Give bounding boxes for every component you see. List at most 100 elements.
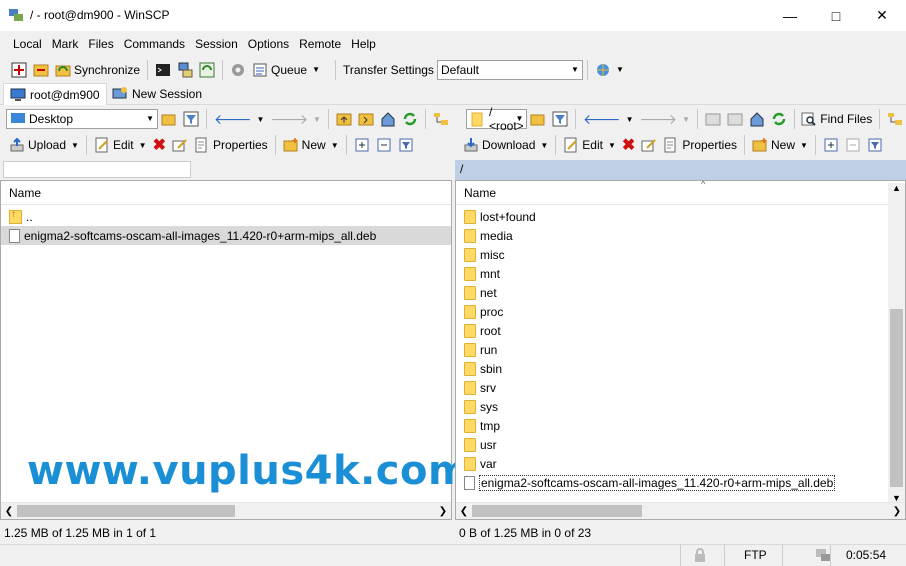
right-delete-button[interactable]: ✖ bbox=[619, 134, 638, 156]
file-row[interactable]: enigma2-softcams-oscam-all-images_11.420… bbox=[1, 226, 451, 245]
right-horizontal-scrollbar[interactable]: ❮ ❯ bbox=[456, 502, 905, 519]
right-home-button[interactable] bbox=[746, 108, 768, 130]
scroll-thumb[interactable] bbox=[472, 505, 642, 517]
file-row-parent[interactable]: .. bbox=[1, 207, 451, 226]
synchronize-button[interactable]: Synchronize bbox=[52, 59, 143, 81]
tab-label: New Session bbox=[132, 87, 203, 101]
transfer-settings-label: Transfer Settings bbox=[343, 62, 434, 77]
minimize-button[interactable]: — bbox=[767, 0, 813, 31]
maximize-button[interactable]: □ bbox=[813, 0, 859, 31]
folder-row[interactable]: mnt bbox=[456, 264, 905, 283]
menu-session[interactable]: Session bbox=[190, 37, 243, 51]
folder-row[interactable]: media bbox=[456, 226, 905, 245]
right-properties-button[interactable]: Properties bbox=[660, 134, 740, 156]
minus-icon bbox=[376, 137, 392, 153]
menu-help[interactable]: Help bbox=[346, 37, 381, 51]
left-back-button[interactable]: 🡐 ▼ bbox=[211, 108, 267, 130]
close-button[interactable]: ✕ bbox=[859, 0, 905, 31]
folder-row[interactable]: misc bbox=[456, 245, 905, 264]
left-horizontal-scrollbar[interactable]: ❮ ❯ bbox=[1, 502, 451, 519]
sync-browsing-button[interactable] bbox=[30, 59, 52, 81]
menu-options[interactable]: Options bbox=[243, 37, 294, 51]
menu-remote[interactable]: Remote bbox=[294, 37, 346, 51]
right-filter-button[interactable] bbox=[549, 108, 571, 130]
folder-icon bbox=[464, 342, 476, 357]
folder-row[interactable]: var bbox=[456, 454, 905, 473]
right-vertical-scrollbar[interactable]: ▲ ▼ bbox=[888, 183, 905, 503]
new-label: New bbox=[301, 138, 326, 152]
left-edit-button[interactable]: Edit ▼ bbox=[91, 134, 150, 156]
folder-row[interactable]: sbin bbox=[456, 359, 905, 378]
right-root-directory-button[interactable] bbox=[724, 108, 746, 130]
download-button[interactable]: Download ▼ bbox=[460, 134, 551, 156]
preferences-button[interactable] bbox=[227, 59, 249, 81]
folder-row[interactable]: sys bbox=[456, 397, 905, 416]
right-column-header-name[interactable]: Name ^ bbox=[456, 179, 905, 205]
right-open-directory-button[interactable] bbox=[527, 108, 549, 130]
refresh-session-button[interactable] bbox=[196, 59, 218, 81]
putty-button[interactable] bbox=[174, 59, 196, 81]
left-tree-button[interactable] bbox=[430, 108, 452, 130]
right-tree-button[interactable] bbox=[884, 108, 906, 130]
upload-button[interactable]: Upload ▼ bbox=[6, 134, 82, 156]
find-files-button[interactable]: Find Files bbox=[798, 108, 875, 130]
left-new-button[interactable]: New ▼ bbox=[280, 134, 342, 156]
left-column-header-name[interactable]: Name bbox=[1, 181, 451, 205]
left-open-directory-button[interactable] bbox=[158, 108, 180, 130]
file-row[interactable]: enigma2-softcams-oscam-all-images_11.420… bbox=[456, 473, 905, 492]
folder-row[interactable]: lost+found bbox=[456, 207, 905, 226]
menu-mark[interactable]: Mark bbox=[47, 37, 84, 51]
left-properties-button[interactable]: Properties bbox=[191, 134, 271, 156]
scroll-thumb[interactable] bbox=[890, 309, 903, 487]
new-folder-icon bbox=[283, 137, 299, 153]
queue-button[interactable]: Queue ▼ bbox=[249, 59, 323, 81]
compare-directories-button[interactable] bbox=[8, 59, 30, 81]
right-parent-directory-button[interactable] bbox=[702, 108, 724, 130]
right-rename-button[interactable] bbox=[638, 134, 660, 156]
right-new-button[interactable]: New ▼ bbox=[749, 134, 811, 156]
right-select-button[interactable] bbox=[820, 134, 842, 156]
transfer-options-button[interactable]: ▼ bbox=[592, 59, 627, 81]
folder-row[interactable]: usr bbox=[456, 435, 905, 454]
folder-row[interactable]: run bbox=[456, 340, 905, 359]
right-forward-button[interactable]: 🡒 ▼ bbox=[637, 108, 693, 130]
right-edit-button[interactable]: Edit ▼ bbox=[560, 134, 619, 156]
left-filter-button[interactable] bbox=[180, 108, 202, 130]
right-refresh-button[interactable] bbox=[768, 108, 790, 130]
transfer-settings-select[interactable]: Default ▼ bbox=[436, 59, 583, 80]
right-back-button[interactable]: 🡐 ▼ bbox=[580, 108, 636, 130]
menu-commands[interactable]: Commands bbox=[119, 37, 190, 51]
folder-row[interactable]: proc bbox=[456, 302, 905, 321]
menu-local[interactable]: Local bbox=[8, 37, 47, 51]
plus-icon bbox=[823, 137, 839, 153]
right-unselect-button[interactable] bbox=[842, 134, 864, 156]
left-home-button[interactable] bbox=[377, 108, 399, 130]
menu-files[interactable]: Files bbox=[83, 37, 118, 51]
left-select-button[interactable] bbox=[351, 134, 373, 156]
sort-ascending-icon: ^ bbox=[701, 179, 706, 189]
right-location-select[interactable]: / <root> ▼ bbox=[466, 105, 528, 133]
left-refresh-button[interactable] bbox=[399, 108, 421, 130]
left-select-files-button[interactable] bbox=[395, 134, 417, 156]
toolbar-separator bbox=[696, 109, 698, 129]
folder-row[interactable]: tmp bbox=[456, 416, 905, 435]
left-location-select[interactable]: Desktop ▼ bbox=[6, 109, 158, 129]
left-parent-directory-button[interactable] bbox=[333, 108, 355, 130]
delete-icon: ✖ bbox=[621, 137, 636, 154]
open-terminal-button[interactable] bbox=[152, 59, 174, 81]
left-path-input[interactable] bbox=[3, 161, 191, 178]
scroll-thumb[interactable] bbox=[17, 505, 235, 517]
right-path-bar[interactable]: / bbox=[455, 160, 906, 180]
tab-new-session[interactable]: New Session bbox=[106, 83, 208, 105]
left-rename-button[interactable] bbox=[169, 134, 191, 156]
folder-row[interactable]: srv bbox=[456, 378, 905, 397]
left-delete-button[interactable]: ✖ bbox=[150, 134, 169, 156]
left-forward-button[interactable]: 🡒 ▼ bbox=[267, 108, 323, 130]
left-unselect-button[interactable] bbox=[373, 134, 395, 156]
folder-row[interactable]: net bbox=[456, 283, 905, 302]
right-select-files-button[interactable] bbox=[864, 134, 886, 156]
folder-row[interactable]: root bbox=[456, 321, 905, 340]
left-root-directory-button[interactable] bbox=[355, 108, 377, 130]
tab-root-dm900[interactable]: root@dm900 bbox=[3, 83, 107, 105]
folder-name: sbin bbox=[480, 361, 503, 376]
